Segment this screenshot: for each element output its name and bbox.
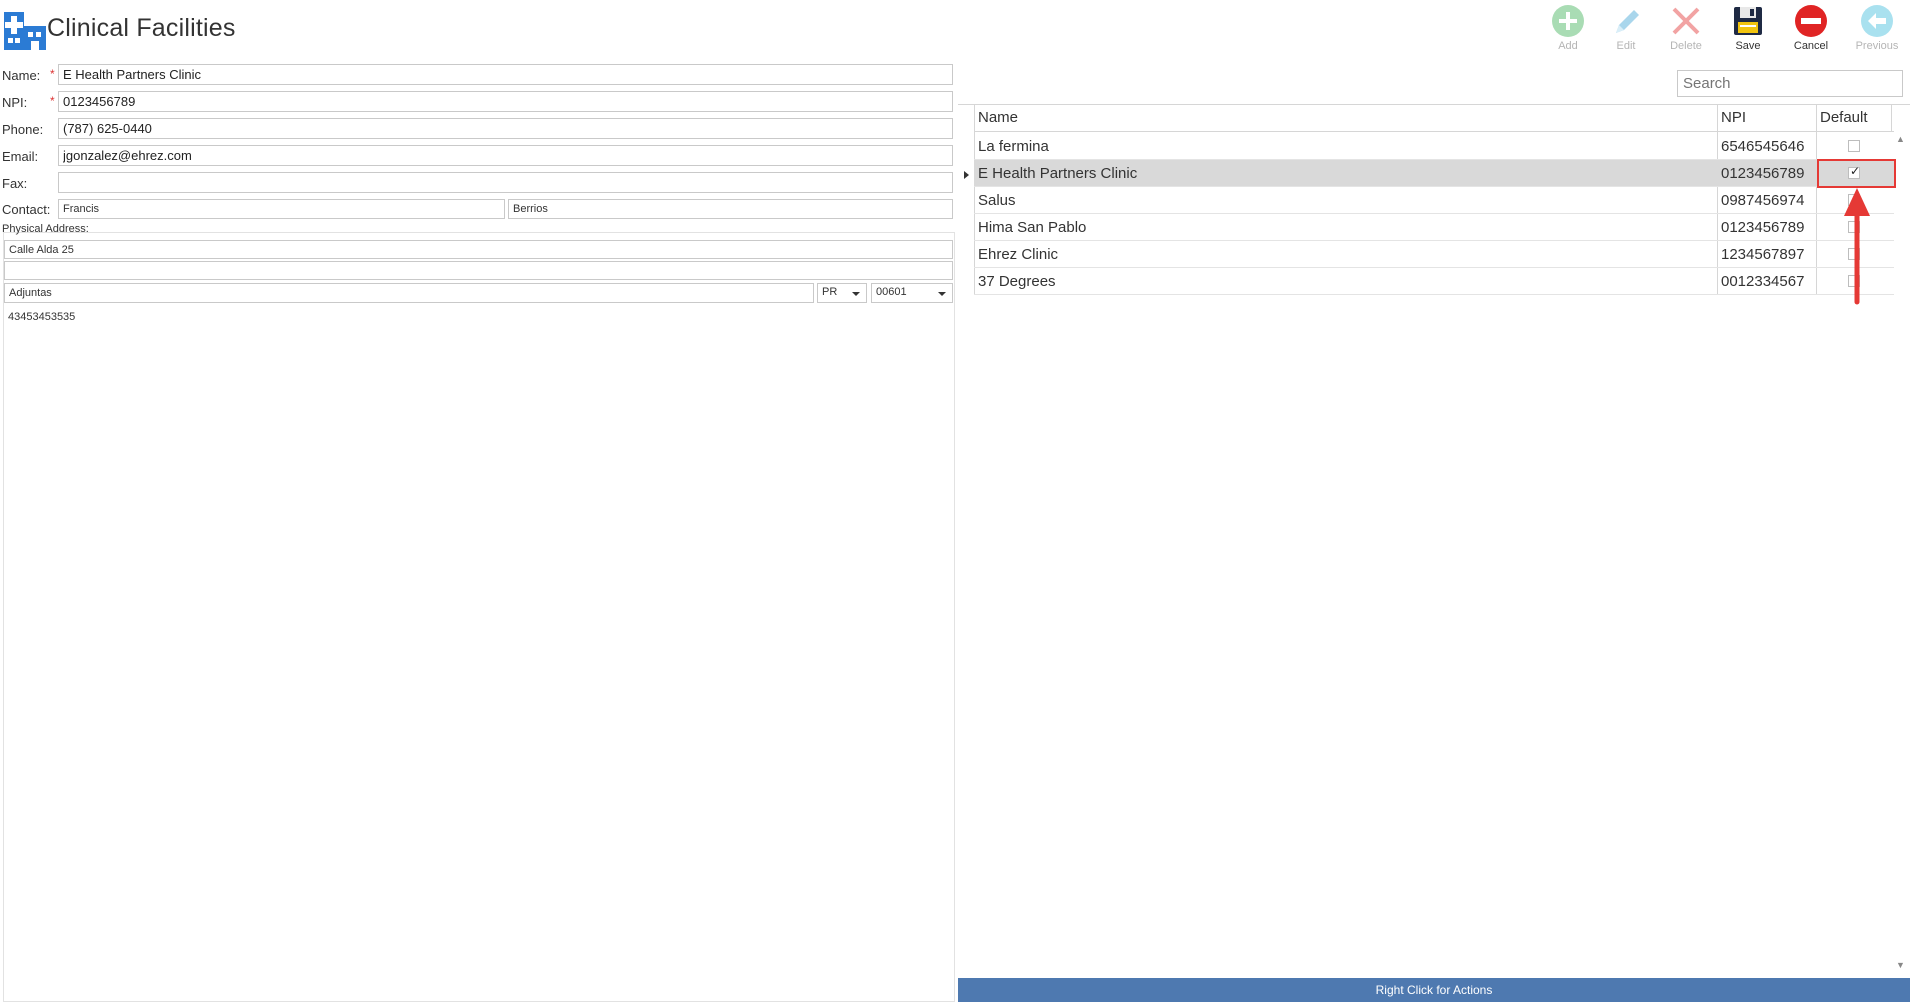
chevron-down-icon	[938, 292, 946, 296]
scroll-up-icon[interactable]: ▲	[1896, 134, 1905, 144]
contact-last-name-field[interactable]	[508, 199, 953, 219]
facility-npi-cell: 0012334567	[1721, 273, 1805, 290]
table-row[interactable]: La fermina 6546545646	[974, 133, 1894, 160]
add-label: Add	[1558, 40, 1578, 52]
facility-name-cell: 37 Degrees	[978, 273, 1056, 290]
previous-icon	[1861, 5, 1893, 37]
chevron-down-icon	[852, 292, 860, 296]
current-row-indicator-icon	[964, 171, 969, 179]
previous-label: Previous	[1855, 40, 1899, 52]
status-bar[interactable]: Right Click for Actions	[958, 978, 1910, 1002]
city-field[interactable]	[4, 283, 814, 303]
cancel-button[interactable]: Cancel	[1781, 4, 1841, 58]
facility-npi-cell: 6546545646	[1721, 138, 1805, 155]
email-label: Email:	[2, 149, 39, 164]
npi-required-mark: *	[50, 94, 55, 108]
save-button[interactable]: Save	[1718, 4, 1778, 58]
address-line1-field[interactable]	[4, 240, 953, 259]
state-dropdown[interactable]: PR	[817, 283, 867, 303]
npi-label: NPI:	[2, 95, 28, 110]
zip-value: 00601	[876, 286, 907, 298]
cancel-icon	[1795, 5, 1827, 37]
facility-npi-cell: 0123456789	[1721, 165, 1805, 182]
edit-label: Edit	[1616, 40, 1636, 52]
facility-name-cell: E Health Partners Clinic	[978, 165, 1138, 182]
name-label: Name:	[2, 68, 41, 83]
previous-button[interactable]: Previous	[1847, 4, 1907, 58]
delete-button[interactable]: Delete	[1656, 4, 1716, 58]
annotation-highlight-box	[1817, 159, 1896, 188]
column-header-name[interactable]: Name	[978, 104, 1018, 132]
name-required-mark: *	[50, 67, 55, 81]
save-icon	[1734, 7, 1762, 35]
phone-label: Phone:	[2, 122, 44, 137]
phone-field[interactable]	[58, 118, 953, 139]
page-title: Clinical Facilities	[47, 14, 236, 42]
edit-icon	[1616, 10, 1639, 33]
fax-field[interactable]	[58, 172, 953, 193]
zip-dropdown[interactable]: 00601	[871, 283, 953, 303]
facility-name-cell: La fermina	[978, 138, 1049, 155]
add-icon	[1552, 5, 1584, 37]
email-field[interactable]	[58, 145, 953, 166]
edit-button[interactable]: Edit	[1596, 4, 1656, 58]
facility-npi-cell: 0123456789	[1721, 219, 1805, 236]
address-panel	[3, 232, 955, 1002]
header-divider	[974, 131, 1894, 132]
facility-name-cell: Salus	[978, 192, 1016, 209]
extra-number-text: 43453453535	[8, 311, 76, 323]
facility-npi-cell: 0987456974	[1721, 192, 1805, 209]
state-value: PR	[822, 286, 838, 298]
clinical-facilities-icon	[4, 10, 46, 50]
facility-npi-cell: 1234567897	[1721, 246, 1805, 263]
delete-label: Delete	[1670, 40, 1702, 52]
fax-label: Fax:	[2, 176, 28, 191]
column-header-npi[interactable]: NPI	[1721, 104, 1746, 132]
facility-name-cell: Hima San Pablo	[978, 219, 1087, 236]
add-button[interactable]: Add	[1538, 4, 1598, 58]
scroll-down-icon[interactable]: ▼	[1896, 960, 1905, 970]
contact-first-name-field[interactable]	[58, 199, 505, 219]
table-row[interactable]: Salus 0987456974	[974, 187, 1894, 214]
cancel-label: Cancel	[1793, 40, 1829, 52]
table-row[interactable]: Hima San Pablo 0123456789	[974, 214, 1894, 241]
contact-label: Contact:	[2, 202, 51, 217]
npi-field[interactable]	[58, 91, 953, 112]
search-input[interactable]	[1677, 70, 1903, 97]
save-label: Save	[1735, 40, 1761, 52]
table-row[interactable]: 37 Degrees 0012334567	[974, 268, 1894, 295]
column-header-default[interactable]: Default	[1820, 104, 1868, 132]
default-checkbox[interactable]	[1848, 140, 1860, 152]
address-line2-field[interactable]	[4, 261, 953, 280]
grid-divider	[1891, 104, 1892, 132]
table-row[interactable]: E Health Partners Clinic 0123456789	[974, 160, 1894, 187]
facility-name-cell: Ehrez Clinic	[978, 246, 1059, 263]
name-field[interactable]	[58, 64, 953, 85]
table-row[interactable]: Ehrez Clinic 1234567897	[974, 241, 1894, 268]
physical-address-label: Physical Address:	[2, 223, 89, 235]
annotation-arrow-icon	[1844, 188, 1870, 305]
delete-icon	[1672, 7, 1700, 35]
